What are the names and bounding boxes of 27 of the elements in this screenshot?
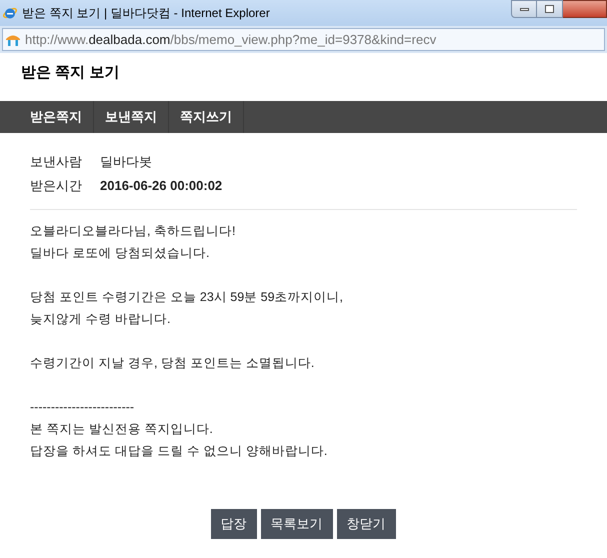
message-line: 수령기간이 지날 경우, 당첨 포인트는 소멸됩니다. bbox=[30, 355, 316, 372]
message-line: 답장을 하셔도 대답을 드릴 수 없으니 양해바랍니다. bbox=[30, 443, 328, 460]
page-title: 받은 쪽지 보기 bbox=[21, 63, 120, 83]
address-field[interactable]: http://www.dealbada.com/bbs/memo_view.php?me_id=9378&kind=recv bbox=[2, 28, 605, 51]
message-line: 딜바다 로또에 당첨되셨습니다. bbox=[30, 245, 210, 262]
site-icon bbox=[5, 32, 21, 46]
url-text: http://www.dealbada.com/bbs/memo_view.php?me_id=9378&kind=recv bbox=[25, 30, 436, 49]
browser-e-icon bbox=[2, 5, 18, 21]
nav-tab[interactable]: 보낸쪽지 bbox=[94, 101, 169, 133]
meta-label: 받은시간 bbox=[30, 177, 83, 196]
action-button[interactable]: 창닫기 bbox=[336, 509, 396, 539]
message-line: 본 쪽지는 발신전용 쪽지입니다. bbox=[30, 421, 214, 438]
close-button[interactable] bbox=[563, 0, 607, 18]
nav-tab[interactable]: 쪽지쓰기 bbox=[169, 101, 244, 133]
maximize-button[interactable] bbox=[537, 0, 563, 18]
message-line: 늦지않게 수령 바랍니다. bbox=[30, 311, 172, 328]
action-button[interactable]: 답장 bbox=[210, 509, 256, 539]
window-title: 받은 쪽지 보기 | 딜바다닷컴 - Internet Explorer bbox=[22, 5, 270, 22]
nav-tab[interactable]: 받은쪽지 bbox=[19, 101, 94, 133]
meta-label: 보낸사람 bbox=[30, 153, 83, 172]
action-button[interactable]: 목록보기 bbox=[260, 509, 332, 539]
message-line: ------------------------- bbox=[30, 399, 136, 416]
meta-value: 2016-06-26 00:00:02 bbox=[100, 177, 222, 196]
message-line: 오블라디오블라다님, 축하드립니다! bbox=[30, 223, 236, 240]
message-line: 당첨 포인트 수령기간은 오늘 23시 59분 59초까지이니, bbox=[30, 289, 344, 306]
minimize-button[interactable] bbox=[511, 0, 537, 18]
meta-value: 딜바다봇 bbox=[100, 153, 152, 172]
